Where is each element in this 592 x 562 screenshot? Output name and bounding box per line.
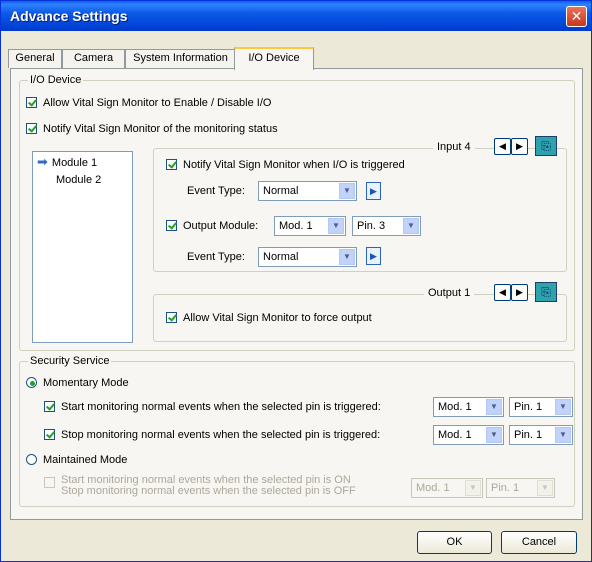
maintained-mode-radio[interactable] — [26, 454, 37, 465]
notify-triggered-row[interactable]: Notify Vital Sign Monitor when I/O is tr… — [166, 159, 405, 171]
stop-monitoring-label: Stop monitoring normal events when the s… — [61, 429, 381, 441]
chevron-down-icon: ▼ — [486, 399, 502, 415]
momentary-mode-radio[interactable] — [26, 377, 37, 388]
output-module-checkbox[interactable] — [166, 220, 177, 231]
stop-mod-select[interactable]: Mod. 1 ▼ — [433, 425, 504, 445]
chevron-down-icon: ▼ — [339, 249, 355, 265]
module-2-label: Module 2 — [56, 174, 102, 186]
maintained-mode-label: Maintained Mode — [43, 454, 128, 466]
event-type-play-icon[interactable]: ▶ — [366, 182, 381, 200]
allow-enable-disable-checkbox[interactable] — [26, 97, 37, 108]
maintained-pin-value: Pin. 1 — [491, 482, 520, 494]
tab-panel: I/O Device Allow Vital Sign Monitor to E… — [10, 68, 583, 520]
start-mod-select[interactable]: Mod. 1 ▼ — [433, 397, 504, 417]
maintained-mode-row[interactable]: Maintained Mode — [26, 454, 127, 466]
allow-enable-disable-label: Allow Vital Sign Monitor to Enable / Dis… — [43, 97, 272, 109]
tab-io-device[interactable]: I/O Device — [234, 47, 314, 70]
event-type-label: Event Type: — [187, 185, 245, 197]
output-module-value: Mod. 1 — [279, 220, 313, 232]
output-apply-icon[interactable]: ⎘ — [535, 282, 557, 302]
maintained-mod-select[interactable]: Mod. 1 ▼ — [411, 478, 483, 498]
start-pin-value: Pin. 1 — [514, 401, 543, 413]
start-monitoring-checkbox[interactable] — [44, 401, 55, 412]
output-prev-button[interactable]: ◀ — [494, 284, 511, 301]
notify-status-checkbox[interactable] — [26, 123, 37, 134]
input-apply-icon[interactable]: ⎘ — [535, 136, 557, 156]
left-arrow-icon: ◀ — [499, 141, 506, 151]
left-arrow-icon: ◀ — [499, 287, 506, 297]
input-next-button[interactable]: ▶ — [511, 138, 528, 155]
start-monitoring-row[interactable]: Start monitoring normal events when the … — [44, 401, 381, 413]
module-list[interactable]: ➡ Module 1 Module 2 — [32, 151, 133, 343]
event-type2-select[interactable]: Normal ▼ — [258, 247, 357, 267]
maintained-mod-value: Mod. 1 — [416, 482, 450, 494]
stop-mod-value: Mod. 1 — [438, 429, 472, 441]
event-type2-label: Event Type: — [187, 251, 245, 263]
maintained-pin-select[interactable]: Pin. 1 ▼ — [486, 478, 555, 498]
force-output-checkbox[interactable] — [166, 312, 177, 323]
security-service-legend: Security Service — [28, 355, 112, 367]
input-label: Input 4 — [433, 141, 475, 153]
cancel-button[interactable]: Cancel — [501, 531, 577, 554]
output-module-select[interactable]: Mod. 1 ▼ — [274, 216, 346, 236]
advance-settings-dialog: Advance Settings ✕ General Camera System… — [0, 0, 592, 562]
tab-system-information[interactable]: System Information — [125, 49, 236, 68]
module-arrow-icon: ➡ — [37, 154, 48, 169]
maintained-line-2: Stop monitoring normal events when the s… — [61, 485, 356, 497]
maintained-checkbox[interactable] — [44, 477, 55, 488]
tab-camera[interactable]: Camera — [62, 49, 125, 68]
chevron-down-icon: ▼ — [465, 480, 481, 496]
window-title: Advance Settings — [10, 8, 128, 24]
notify-status-label: Notify Vital Sign Monitor of the monitor… — [43, 123, 278, 135]
chevron-down-icon: ▼ — [555, 399, 571, 415]
stop-pin-value: Pin. 1 — [514, 429, 543, 441]
output-module-label: Output Module: — [183, 220, 259, 232]
title-bar: Advance Settings ✕ — [1, 1, 591, 31]
stop-monitoring-row[interactable]: Stop monitoring normal events when the s… — [44, 429, 380, 441]
module-list-item-2[interactable]: Module 2 — [54, 172, 103, 188]
event-type-value: Normal — [263, 185, 299, 197]
chevron-down-icon: ▼ — [486, 427, 502, 443]
input-prev-button[interactable]: ◀ — [494, 138, 511, 155]
stop-monitoring-checkbox[interactable] — [44, 429, 55, 440]
momentary-mode-label: Momentary Mode — [43, 377, 129, 389]
event-type-select[interactable]: Normal ▼ — [258, 181, 357, 201]
io-device-legend: I/O Device — [28, 74, 84, 86]
output-next-button[interactable]: ▶ — [511, 284, 528, 301]
notify-status-row[interactable]: Notify Vital Sign Monitor of the monitor… — [26, 123, 278, 135]
module-list-item-1[interactable]: ➡ Module 1 — [35, 154, 101, 170]
input-group: Input 4 ◀ ▶ ⎘ Notify Vital Sign Monitor … — [153, 136, 567, 272]
chevron-down-icon: ▼ — [555, 427, 571, 443]
output-pin-value: Pin. 3 — [357, 220, 386, 232]
security-service-group: Security Service Momentary Mode Start mo… — [19, 355, 575, 507]
force-output-row[interactable]: Allow Vital Sign Monitor to force output — [166, 312, 372, 324]
notify-triggered-label: Notify Vital Sign Monitor when I/O is tr… — [183, 159, 405, 171]
momentary-mode-row[interactable]: Momentary Mode — [26, 377, 129, 389]
close-button[interactable]: ✕ — [566, 6, 587, 27]
chevron-down-icon: ▼ — [537, 480, 553, 496]
event-type2-play-icon[interactable]: ▶ — [366, 247, 381, 265]
output-pin-select[interactable]: Pin. 3 ▼ — [352, 216, 421, 236]
module-1-label: Module 1 — [51, 157, 98, 169]
chevron-down-icon: ▼ — [403, 218, 419, 234]
right-arrow-icon: ▶ — [516, 287, 523, 297]
ok-button[interactable]: OK — [417, 531, 492, 554]
maintained-options-row: Start monitoring normal events when the … — [44, 475, 356, 497]
start-monitoring-label: Start monitoring normal events when the … — [61, 401, 381, 413]
right-arrow-icon: ▶ — [516, 141, 523, 151]
stop-pin-select[interactable]: Pin. 1 ▼ — [509, 425, 573, 445]
allow-enable-disable-row[interactable]: Allow Vital Sign Monitor to Enable / Dis… — [26, 97, 271, 109]
start-mod-value: Mod. 1 — [438, 401, 472, 413]
start-pin-select[interactable]: Pin. 1 ▼ — [509, 397, 573, 417]
chevron-down-icon: ▼ — [328, 218, 344, 234]
chevron-down-icon: ▼ — [339, 183, 355, 199]
tab-general[interactable]: General — [8, 49, 62, 68]
notify-triggered-checkbox[interactable] — [166, 159, 177, 170]
force-output-label: Allow Vital Sign Monitor to force output — [183, 312, 372, 324]
event-type2-value: Normal — [263, 251, 299, 263]
output-group: Output 1 ◀ ▶ ⎘ Allow Vital Sign Monitor … — [153, 282, 567, 342]
output-label: Output 1 — [424, 287, 475, 299]
io-device-group: I/O Device Allow Vital Sign Monitor to E… — [19, 74, 575, 351]
output-module-row[interactable]: Output Module: — [166, 220, 258, 232]
